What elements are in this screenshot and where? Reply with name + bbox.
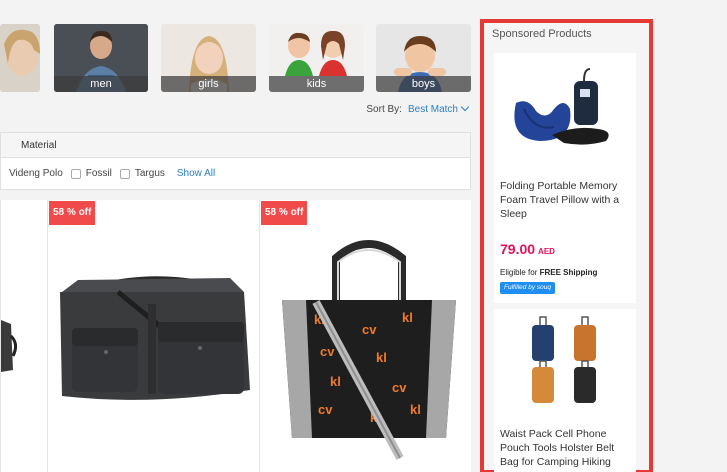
price-value: 79.00 <box>500 241 536 257</box>
sort-control[interactable]: Sort By: Best Match <box>366 102 470 115</box>
chevron-down-icon[interactable] <box>460 102 470 112</box>
sponsored-product-name[interactable]: Folding Portable Memory Foam Travel Pill… <box>500 179 630 221</box>
category-tile-girls[interactable]: girls <box>161 24 256 92</box>
svg-text:cv: cv <box>320 344 335 359</box>
product-image <box>532 316 596 403</box>
svg-text:cv: cv <box>392 380 407 395</box>
category-image <box>4 29 40 76</box>
filter-material-header[interactable]: Material <box>0 132 471 158</box>
filter-option-label[interactable]: Videng Polo <box>9 168 63 179</box>
svg-text:cv: cv <box>318 402 333 417</box>
svg-text:kl: kl <box>376 350 387 365</box>
svg-text:cv: cv <box>362 322 377 337</box>
shipping-eligible-text: Eligible for <box>500 268 538 277</box>
sort-label: Sort By: <box>366 104 402 115</box>
category-label: kids <box>269 76 364 92</box>
svg-text:kl: kl <box>402 310 413 325</box>
sponsored-title: Sponsored Products <box>492 28 592 40</box>
sponsored-product-price: 79.00 AED <box>500 241 555 257</box>
filter-material-options: Videng Polo Fossil Targus Show All <box>0 158 471 190</box>
product-image <box>60 276 250 400</box>
category-label: girls <box>161 76 256 92</box>
category-tile-men[interactable]: men <box>54 24 148 92</box>
category-tile-kids[interactable]: kids <box>269 24 364 92</box>
filter-checkbox[interactable] <box>119 168 130 179</box>
sponsored-product-name[interactable]: Waist Pack Cell Phone Pouch Tools Holste… <box>500 427 630 469</box>
fulfilled-by-souq-badge: Fulfilled by souq <box>500 282 555 294</box>
category-tile-women[interactable] <box>0 24 40 92</box>
category-label: boys <box>376 76 471 92</box>
sort-value[interactable]: Best Match <box>408 104 458 115</box>
svg-text:kl: kl <box>410 402 421 417</box>
price-currency: AED <box>538 247 555 256</box>
product-card[interactable] <box>0 200 47 472</box>
product-card[interactable]: 58 % off <box>47 200 259 472</box>
show-all-link[interactable]: Show All <box>177 168 215 179</box>
product-listing-page: men girls kids boys Sort By: Best Match … <box>0 0 727 472</box>
filter-checkbox[interactable] <box>70 168 81 179</box>
product-image: klcvkl cvkl klcv cvklkl <box>282 240 456 460</box>
category-tile-boys[interactable]: boys <box>376 24 471 92</box>
sponsored-product-card[interactable]: Waist Pack Cell Phone Pouch Tools Holste… <box>494 309 636 472</box>
sponsored-product-card[interactable]: Folding Portable Memory Foam Travel Pill… <box>494 53 636 303</box>
filter-header-label: Material <box>21 140 57 151</box>
filter-option-label[interactable]: Fossil <box>86 168 112 179</box>
product-image <box>1 320 18 372</box>
svg-text:kl: kl <box>330 374 341 389</box>
product-card[interactable]: 58 % off klcvkl cvkl klcv cvklkl <box>259 200 471 472</box>
shipping-info: Eligible for FREE Shipping <box>500 268 597 277</box>
free-shipping-text: FREE Shipping <box>539 268 598 277</box>
product-image <box>514 68 609 145</box>
sponsored-products-panel: Sponsored Products Folding Portable Memo… <box>480 19 653 472</box>
filter-option-label[interactable]: Targus <box>135 168 165 179</box>
category-label: men <box>54 76 148 92</box>
